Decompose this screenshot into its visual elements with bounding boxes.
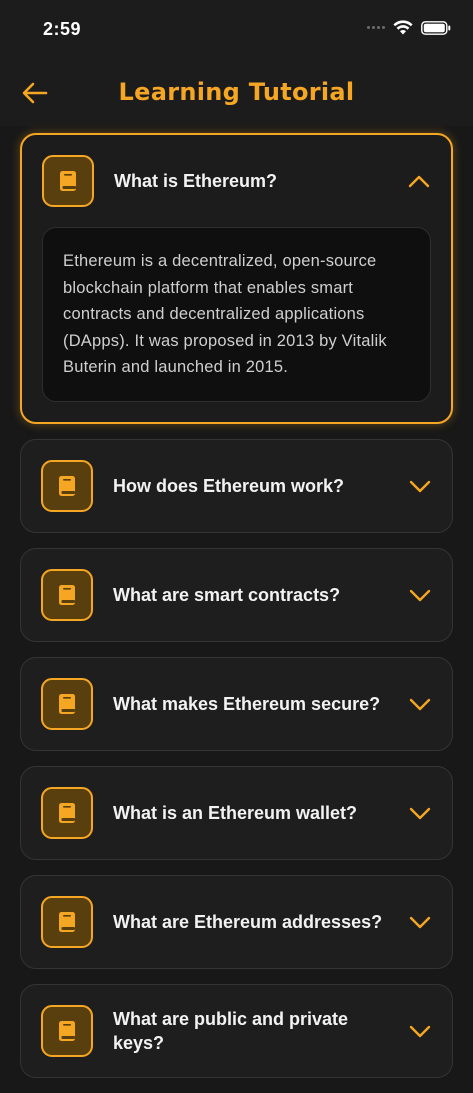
faq-question: What are smart contracts?: [113, 584, 341, 605]
status-icons: [367, 20, 451, 35]
book-badge: [41, 459, 93, 512]
book-icon: [60, 171, 76, 191]
book-badge: [41, 1004, 93, 1057]
faq-item[interactable]: What is Ethereum? Ethereum is a decentra…: [20, 133, 453, 424]
faq-answer: Ethereum is a decentralized, open-source…: [42, 227, 431, 402]
chevron-up-icon[interactable]: [407, 169, 431, 193]
chevron-down-icon[interactable]: [408, 692, 432, 716]
faq-item[interactable]: What makes Ethereum secure?: [20, 656, 453, 751]
faq-item-header[interactable]: How does Ethereum work?: [21, 440, 452, 532]
battery-icon: [421, 20, 451, 35]
book-icon: [59, 475, 75, 496]
faq-item[interactable]: What are smart contracts?: [20, 547, 453, 642]
chevron-down-icon[interactable]: [408, 474, 432, 498]
faq-item-header[interactable]: What are public and private keys?: [21, 985, 452, 1077]
book-badge: [42, 155, 94, 207]
faq-item[interactable]: What are Ethereum addresses?: [20, 874, 453, 969]
faq-item-header[interactable]: What is an Ethereum wallet?: [21, 767, 452, 859]
faq-item-header[interactable]: What are smart contracts?: [21, 549, 452, 641]
chevron-down-icon[interactable]: [408, 801, 432, 825]
book-icon: [59, 911, 75, 932]
faq-item[interactable]: What are public and private keys?: [20, 983, 453, 1078]
chevron-down-icon[interactable]: [408, 910, 432, 934]
book-badge: [41, 786, 93, 839]
book-badge: [41, 568, 93, 621]
book-badge: [41, 677, 93, 730]
chevron-down-icon[interactable]: [408, 583, 432, 607]
faq-question: How does Ethereum work?: [113, 475, 345, 496]
cellular-signal-icon: [367, 26, 385, 29]
faq-item[interactable]: How does Ethereum work?: [20, 438, 453, 533]
book-icon: [59, 693, 75, 714]
status-bar: 2:59: [0, 0, 473, 60]
page-title: Learning Tutorial: [118, 78, 355, 106]
status-time: 2:59: [43, 19, 82, 39]
book-icon: [59, 1020, 75, 1041]
chevron-down-icon[interactable]: [408, 1019, 432, 1043]
book-badge: [41, 895, 93, 948]
wifi-icon: [393, 20, 413, 35]
faq-item[interactable]: What is an Ethereum wallet?: [20, 765, 453, 860]
faq-item-header[interactable]: What is Ethereum?: [22, 135, 451, 227]
faq-item-header[interactable]: What makes Ethereum secure?: [21, 658, 452, 750]
faq-question: What is an Ethereum wallet?: [113, 802, 358, 823]
faq-question: What are Ethereum addresses?: [113, 911, 383, 932]
faq-list: What is Ethereum? Ethereum is a decentra…: [20, 133, 453, 1093]
app-header: Learning Tutorial: [0, 60, 473, 126]
book-icon: [59, 584, 75, 605]
faq-question: What are public and private keys?: [113, 1008, 349, 1053]
faq-item-header[interactable]: What are Ethereum addresses?: [21, 876, 452, 968]
faq-question: What makes Ethereum secure?: [113, 693, 381, 714]
book-icon: [59, 802, 75, 823]
faq-question: What is Ethereum?: [114, 171, 278, 191]
